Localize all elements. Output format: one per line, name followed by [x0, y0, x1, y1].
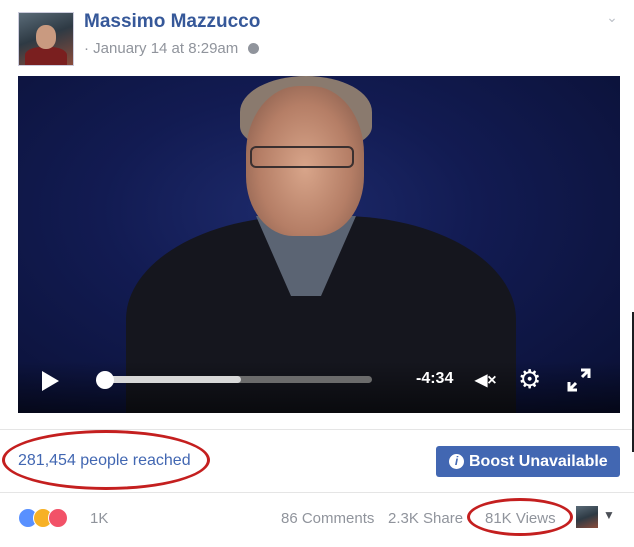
author-name-link[interactable]: Massimo Mazzucco	[84, 11, 260, 33]
video-player[interactable]: -4:34 ◀× ⚙	[18, 76, 620, 413]
post-card: Massimo Mazzucco · January 14 at 8:29am …	[0, 0, 634, 547]
time-remaining: -4:34	[416, 370, 454, 387]
gear-icon[interactable]: ⚙	[518, 366, 541, 392]
reaction-count[interactable]: 1K	[90, 510, 108, 527]
video-progress-track[interactable]	[100, 376, 372, 383]
fullscreen-icon[interactable]	[566, 367, 592, 393]
mute-icon[interactable]: ◀×	[475, 370, 497, 390]
info-icon: i	[449, 454, 464, 469]
boost-unavailable-button[interactable]: i Boost Unavailable	[436, 446, 620, 477]
globe-icon	[248, 43, 260, 54]
caret-down-icon[interactable]: ▼	[603, 508, 615, 522]
shares-count-link[interactable]: 2.3K Share	[388, 510, 463, 527]
avatar-shirt	[25, 47, 67, 65]
posting-as-avatar[interactable]	[576, 506, 598, 528]
meta-separator: ·	[84, 40, 89, 57]
video-progress-fill	[100, 376, 242, 383]
play-icon[interactable]	[42, 371, 59, 391]
reactions-summary[interactable]	[18, 508, 88, 528]
avatar-face	[36, 25, 56, 49]
author-avatar[interactable]	[18, 12, 74, 66]
chevron-down-icon[interactable]: ⌄	[604, 10, 620, 24]
annotation-circle-reach	[2, 430, 210, 490]
post-meta: · January 14 at 8:29am	[84, 40, 260, 57]
boost-button-label: Boost Unavailable	[469, 453, 608, 470]
love-reaction-icon	[48, 508, 68, 528]
post-timestamp-link[interactable]: January 14 at 8:29am	[93, 40, 238, 57]
annotation-circle-views	[467, 498, 573, 536]
video-figure-glasses	[250, 146, 354, 168]
video-scrubber-handle[interactable]	[96, 371, 114, 389]
comments-count-link[interactable]: 86 Comments	[281, 510, 374, 527]
divider	[0, 492, 634, 493]
